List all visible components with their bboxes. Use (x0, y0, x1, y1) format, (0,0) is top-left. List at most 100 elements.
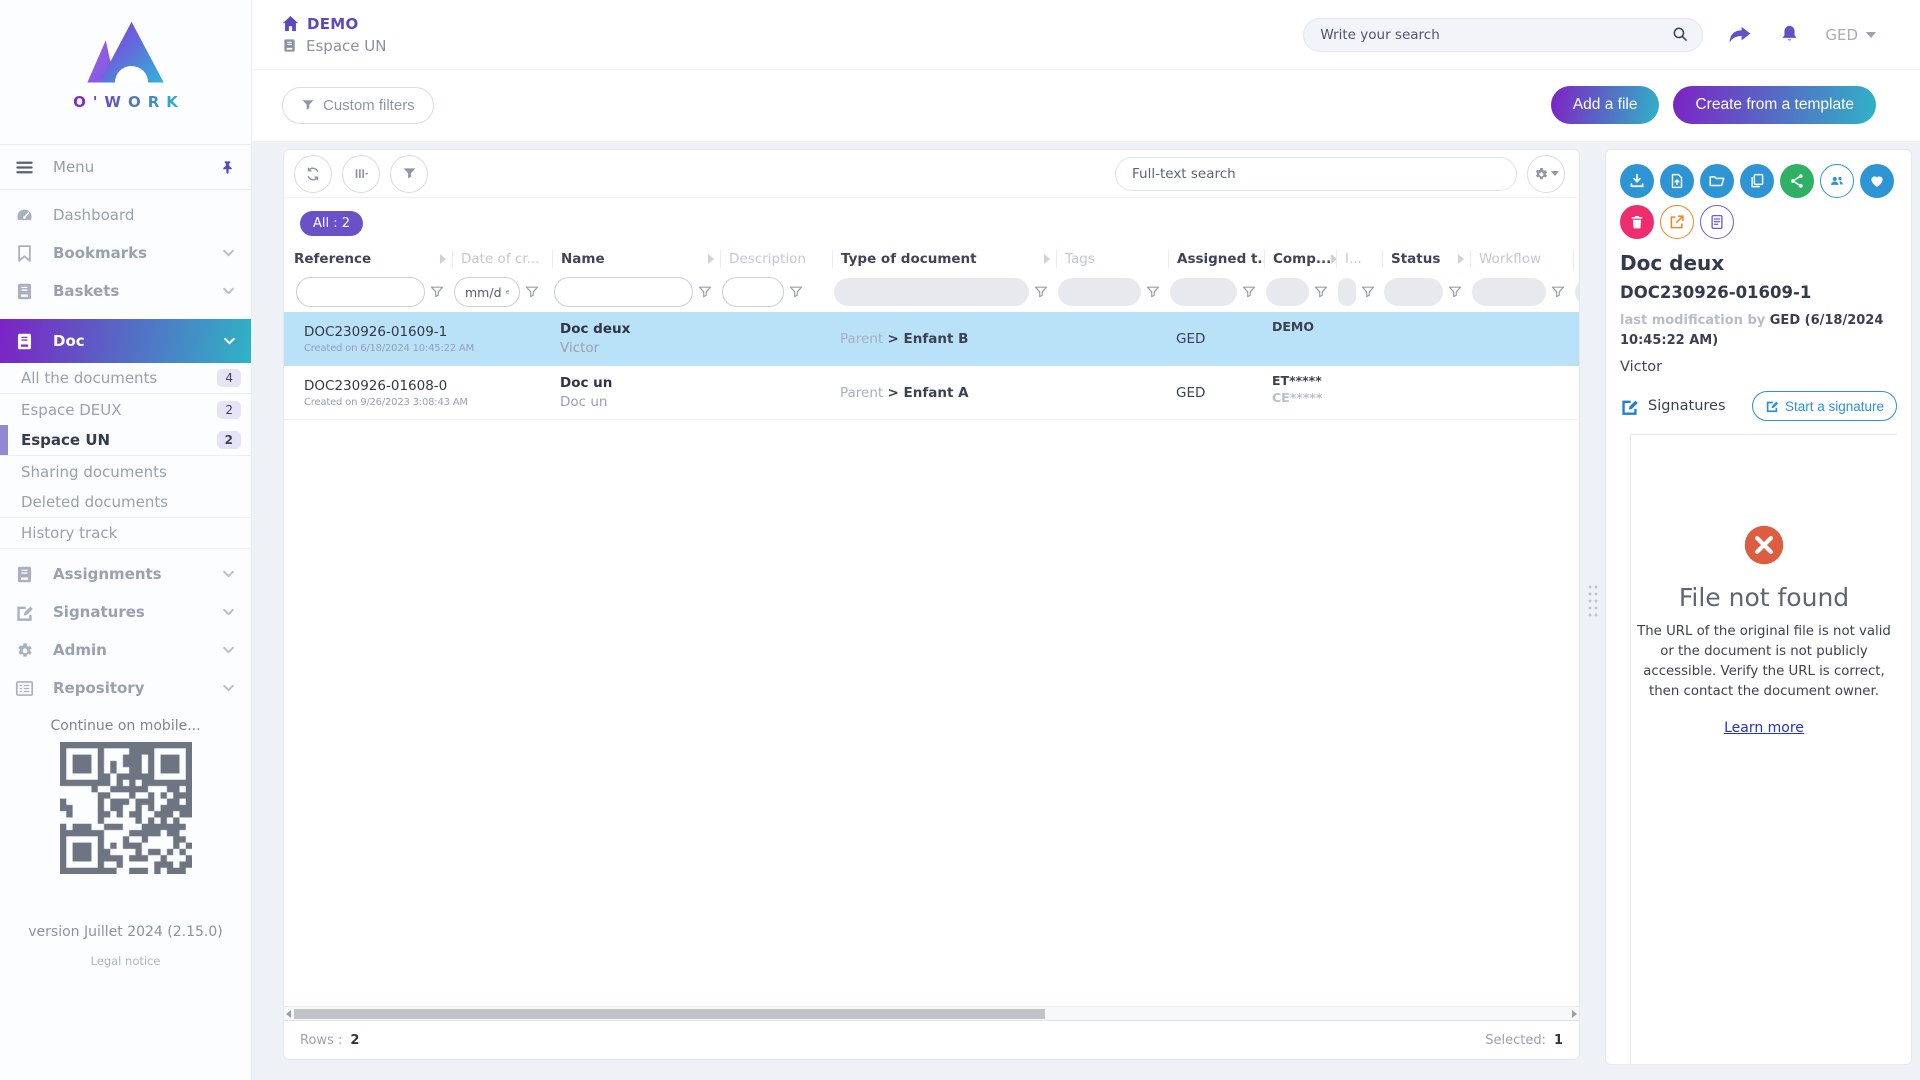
columns-button[interactable] (342, 155, 380, 193)
filter-status-select[interactable] (1384, 278, 1443, 306)
version-label: version Juillet 2024 (2.15.0) (0, 924, 251, 940)
share-icon[interactable] (1727, 23, 1754, 47)
fulltext-search-input[interactable] (1132, 166, 1500, 182)
column-header-date[interactable]: Date of cr... (452, 250, 552, 268)
calendar-icon[interactable] (506, 286, 510, 298)
bell-icon[interactable] (1778, 23, 1801, 47)
sidebar-item-dashboard[interactable]: Dashboard (0, 196, 251, 234)
funnel-icon[interactable] (1314, 285, 1328, 299)
column-header-assigned[interactable]: Assigned t... (1168, 250, 1264, 268)
upload-version-button[interactable] (1660, 164, 1694, 198)
sidebar-item-bookmarks[interactable]: Bookmarks (0, 234, 251, 272)
filter-description-input[interactable] (722, 277, 784, 307)
legal-notice-link[interactable]: Legal notice (91, 954, 161, 968)
funnel-icon[interactable] (1034, 285, 1048, 299)
column-header-reference[interactable]: Reference (294, 250, 452, 268)
heart-icon (1868, 172, 1886, 190)
signature-icon (15, 603, 34, 622)
favorite-button[interactable] (1860, 164, 1894, 198)
add-file-button[interactable]: Add a file (1551, 86, 1660, 124)
duplicate-button[interactable] (1740, 164, 1774, 198)
column-header-name[interactable]: Name (552, 250, 720, 268)
sidebar-item-doc-active[interactable]: Doc (0, 319, 251, 363)
user-menu[interactable]: GED (1825, 26, 1876, 44)
sidebar-item-admin[interactable]: Admin (0, 631, 251, 669)
column-header-i[interactable]: I... (1336, 250, 1382, 268)
count-badge: 2 (217, 431, 241, 449)
column-header-status[interactable]: Status (1382, 250, 1470, 268)
funnel-icon[interactable] (1448, 285, 1462, 299)
assign-users-button[interactable] (1820, 164, 1854, 198)
column-header-tags[interactable]: Tags (1056, 250, 1168, 268)
table-settings-button[interactable] (1527, 155, 1565, 193)
sidebar-item-history-track[interactable]: History track (0, 518, 251, 549)
funnel-icon[interactable] (1242, 285, 1256, 299)
app-logo[interactable]: O'WORK (0, 0, 251, 128)
sort-arrow-icon (1458, 254, 1464, 264)
bookmark-icon (15, 244, 34, 263)
document-reference: DOC230926-01609-1 (304, 324, 474, 340)
filter-assigned-select[interactable] (1170, 278, 1237, 306)
column-header-type[interactable]: Type of document (832, 250, 1056, 268)
tab-all-documents[interactable]: All : 2 (300, 211, 363, 236)
logo-mountain-icon (80, 18, 172, 90)
column-header-description[interactable]: Description (720, 250, 832, 268)
filter-date-input[interactable]: mm/d (454, 277, 520, 307)
scroll-right-arrow[interactable] (1572, 1010, 1577, 1018)
search-icon[interactable] (1671, 25, 1690, 44)
sidebar-item-assignments[interactable]: Assignments (0, 555, 251, 593)
sidebar-item-all-documents[interactable]: All the documents 4 (0, 363, 251, 394)
horizontal-scrollbar[interactable] (284, 1006, 1579, 1021)
document-preview-button[interactable] (1700, 205, 1734, 239)
breadcrumb-root[interactable]: DEMO (282, 15, 386, 33)
filter-workflow-select[interactable] (1472, 278, 1546, 306)
funnel-icon[interactable] (430, 285, 444, 299)
sidebar-item-signatures[interactable]: Signatures (0, 593, 251, 631)
sidebar-item-espace-deux[interactable]: Espace DEUX 2 (0, 394, 251, 425)
column-header-company[interactable]: Comp... (1264, 250, 1336, 268)
delete-button[interactable] (1620, 205, 1654, 239)
share-button[interactable] (1780, 164, 1814, 198)
open-folder-button[interactable] (1700, 164, 1734, 198)
funnel-icon[interactable] (525, 285, 539, 299)
filter-company-select[interactable] (1266, 278, 1309, 306)
start-signature-button[interactable]: Start a signature (1752, 391, 1897, 421)
refresh-button[interactable] (294, 155, 332, 193)
scrollbar-thumb[interactable] (294, 1009, 1045, 1019)
pin-icon[interactable] (220, 160, 235, 175)
document-type: Parent > Enfant B (832, 331, 1056, 347)
global-search-input[interactable] (1320, 27, 1671, 43)
create-from-template-button[interactable]: Create from a template (1673, 86, 1876, 124)
scroll-left-arrow[interactable] (286, 1010, 291, 1018)
filter-y-select[interactable] (1575, 278, 1579, 306)
download-button[interactable] (1620, 164, 1654, 198)
table-row[interactable]: DOC230926-01609-1 Created on 6/18/2024 1… (284, 312, 1579, 366)
funnel-icon[interactable] (1551, 285, 1565, 299)
breadcrumb-space[interactable]: Espace UN (282, 37, 386, 55)
sidebar-item-repository[interactable]: Repository (0, 669, 251, 707)
sidebar-item-espace-un[interactable]: Espace UN 2 (0, 425, 251, 456)
sidebar-item-baskets[interactable]: Baskets (0, 272, 251, 310)
filter-name-input[interactable] (554, 277, 693, 307)
funnel-icon[interactable] (789, 285, 803, 299)
filter-reference-input[interactable] (296, 277, 425, 307)
custom-filters-button[interactable]: Custom filters (282, 87, 434, 124)
funnel-icon[interactable] (1361, 285, 1375, 299)
column-header-y[interactable]: Y... (1573, 250, 1579, 268)
filter-i-select[interactable] (1338, 278, 1356, 306)
table-filter-button[interactable] (390, 155, 428, 193)
sidebar-item-sharing-documents[interactable]: Sharing documents (0, 456, 251, 487)
column-header-workflow[interactable]: Workflow (1470, 250, 1573, 268)
hamburger-icon[interactable] (15, 158, 34, 177)
table-row[interactable]: DOC230926-01608-0 Created on 9/26/2023 3… (284, 366, 1579, 420)
documents-table-card: All : 2 Reference Date of cr... Name Des… (283, 149, 1580, 1060)
filter-tags-select[interactable] (1058, 278, 1141, 306)
filter-type-select[interactable] (834, 278, 1029, 306)
funnel-icon[interactable] (1146, 285, 1160, 299)
open-external-button[interactable] (1660, 205, 1694, 239)
funnel-icon[interactable] (698, 285, 712, 299)
doc-icon (15, 332, 34, 351)
sidebar-item-deleted-documents[interactable]: Deleted documents (0, 487, 251, 518)
learn-more-link[interactable]: Learn more (1724, 720, 1804, 736)
panel-resize-handle[interactable] (1586, 583, 1600, 617)
